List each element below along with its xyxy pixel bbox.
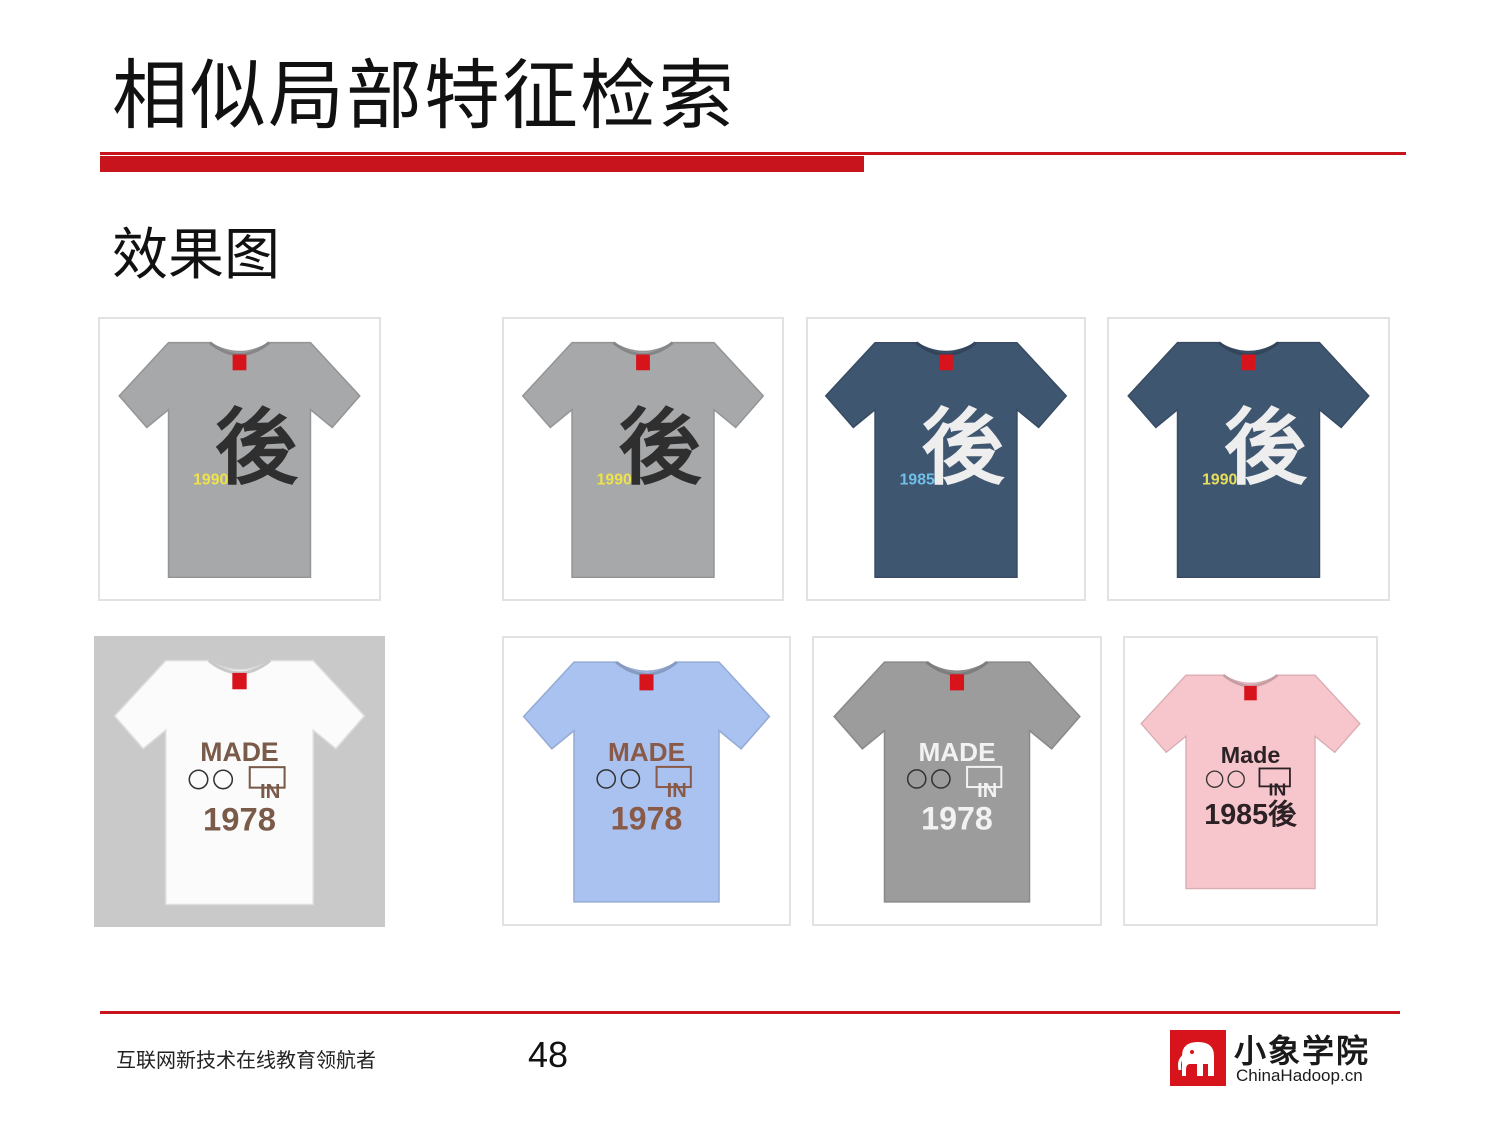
logo-site: ChinaHadoop.cn [1236,1066,1363,1085]
brand-tag [232,354,247,371]
print-line-1: MADE [918,737,995,767]
print-line-2: IN [977,780,997,802]
tshirt-query: MADE IN1978 [113,659,366,906]
result-image-row1-2: 後 1985 [806,317,1086,601]
result-image-row1-1: 後 1990 [502,317,784,601]
brand-tag [1244,685,1257,701]
brand-tag [939,354,953,371]
print-line-3: 1978 [921,800,993,836]
tshirt-match: 後1985 [824,341,1068,579]
brand-tag [1241,354,1256,371]
tshirt-match: 後1990 [1127,341,1370,579]
title-underline-thick [100,156,864,172]
result-image-row2-3: Made IN 1985後 [1123,636,1378,926]
query-image-row2: MADE IN 1978 [94,636,385,927]
footer-slogan: 互联网新技术在线教育领航者 [116,1048,376,1072]
print-line-3: 1978 [611,800,683,836]
tshirt-body [1140,674,1361,890]
footer-divider [100,1011,1400,1014]
brand-tag [639,674,654,691]
print-line-3: 1978 [203,801,276,838]
print-line-2: IN [667,780,687,802]
elephant-icon [1170,1030,1226,1086]
result-image-row2-1: MADE IN 1978 [502,636,791,926]
print-line-2: IN [260,780,280,803]
brand-logo: 小象学院 ChinaHadoop.cn [1170,1030,1400,1086]
tshirt-match: MADE IN1978 [522,660,771,903]
result-image-row1-3: 後 1990 [1107,317,1390,601]
print-year: 1985 [900,472,935,489]
print-line-1: MADE [200,737,278,767]
brand-tag [949,674,965,691]
print-line-1: MADE [608,737,685,767]
brand-tag [232,672,247,690]
page-number: 48 [528,1034,569,1075]
tshirt-body [522,661,771,903]
tshirt-match: Made IN1985後 [1140,674,1361,890]
print-year: 1990 [1202,472,1237,489]
slide-title: 相似局部特征检索 [112,51,736,140]
query-image-row1: 後 1990 [98,317,381,601]
print-line-2: IN [1268,779,1286,799]
title-underline-thin [100,152,1406,155]
tshirt-body [113,659,366,906]
tshirt-query: 後1990 [118,341,361,579]
brand-tag [636,354,650,371]
tshirt-body [833,661,1081,903]
result-image-row2-2: MADE IN 1978 [812,636,1102,926]
slide-subtitle: 效果图 [112,223,280,288]
tshirt-match: MADE IN1978 [833,660,1081,903]
print-line-1: Made [1221,742,1281,768]
print-year: 1990 [193,472,228,489]
tshirt-match: 後1990 [521,341,765,579]
print-line-3: 1985後 [1204,799,1297,831]
print-year: 1990 [597,472,632,489]
